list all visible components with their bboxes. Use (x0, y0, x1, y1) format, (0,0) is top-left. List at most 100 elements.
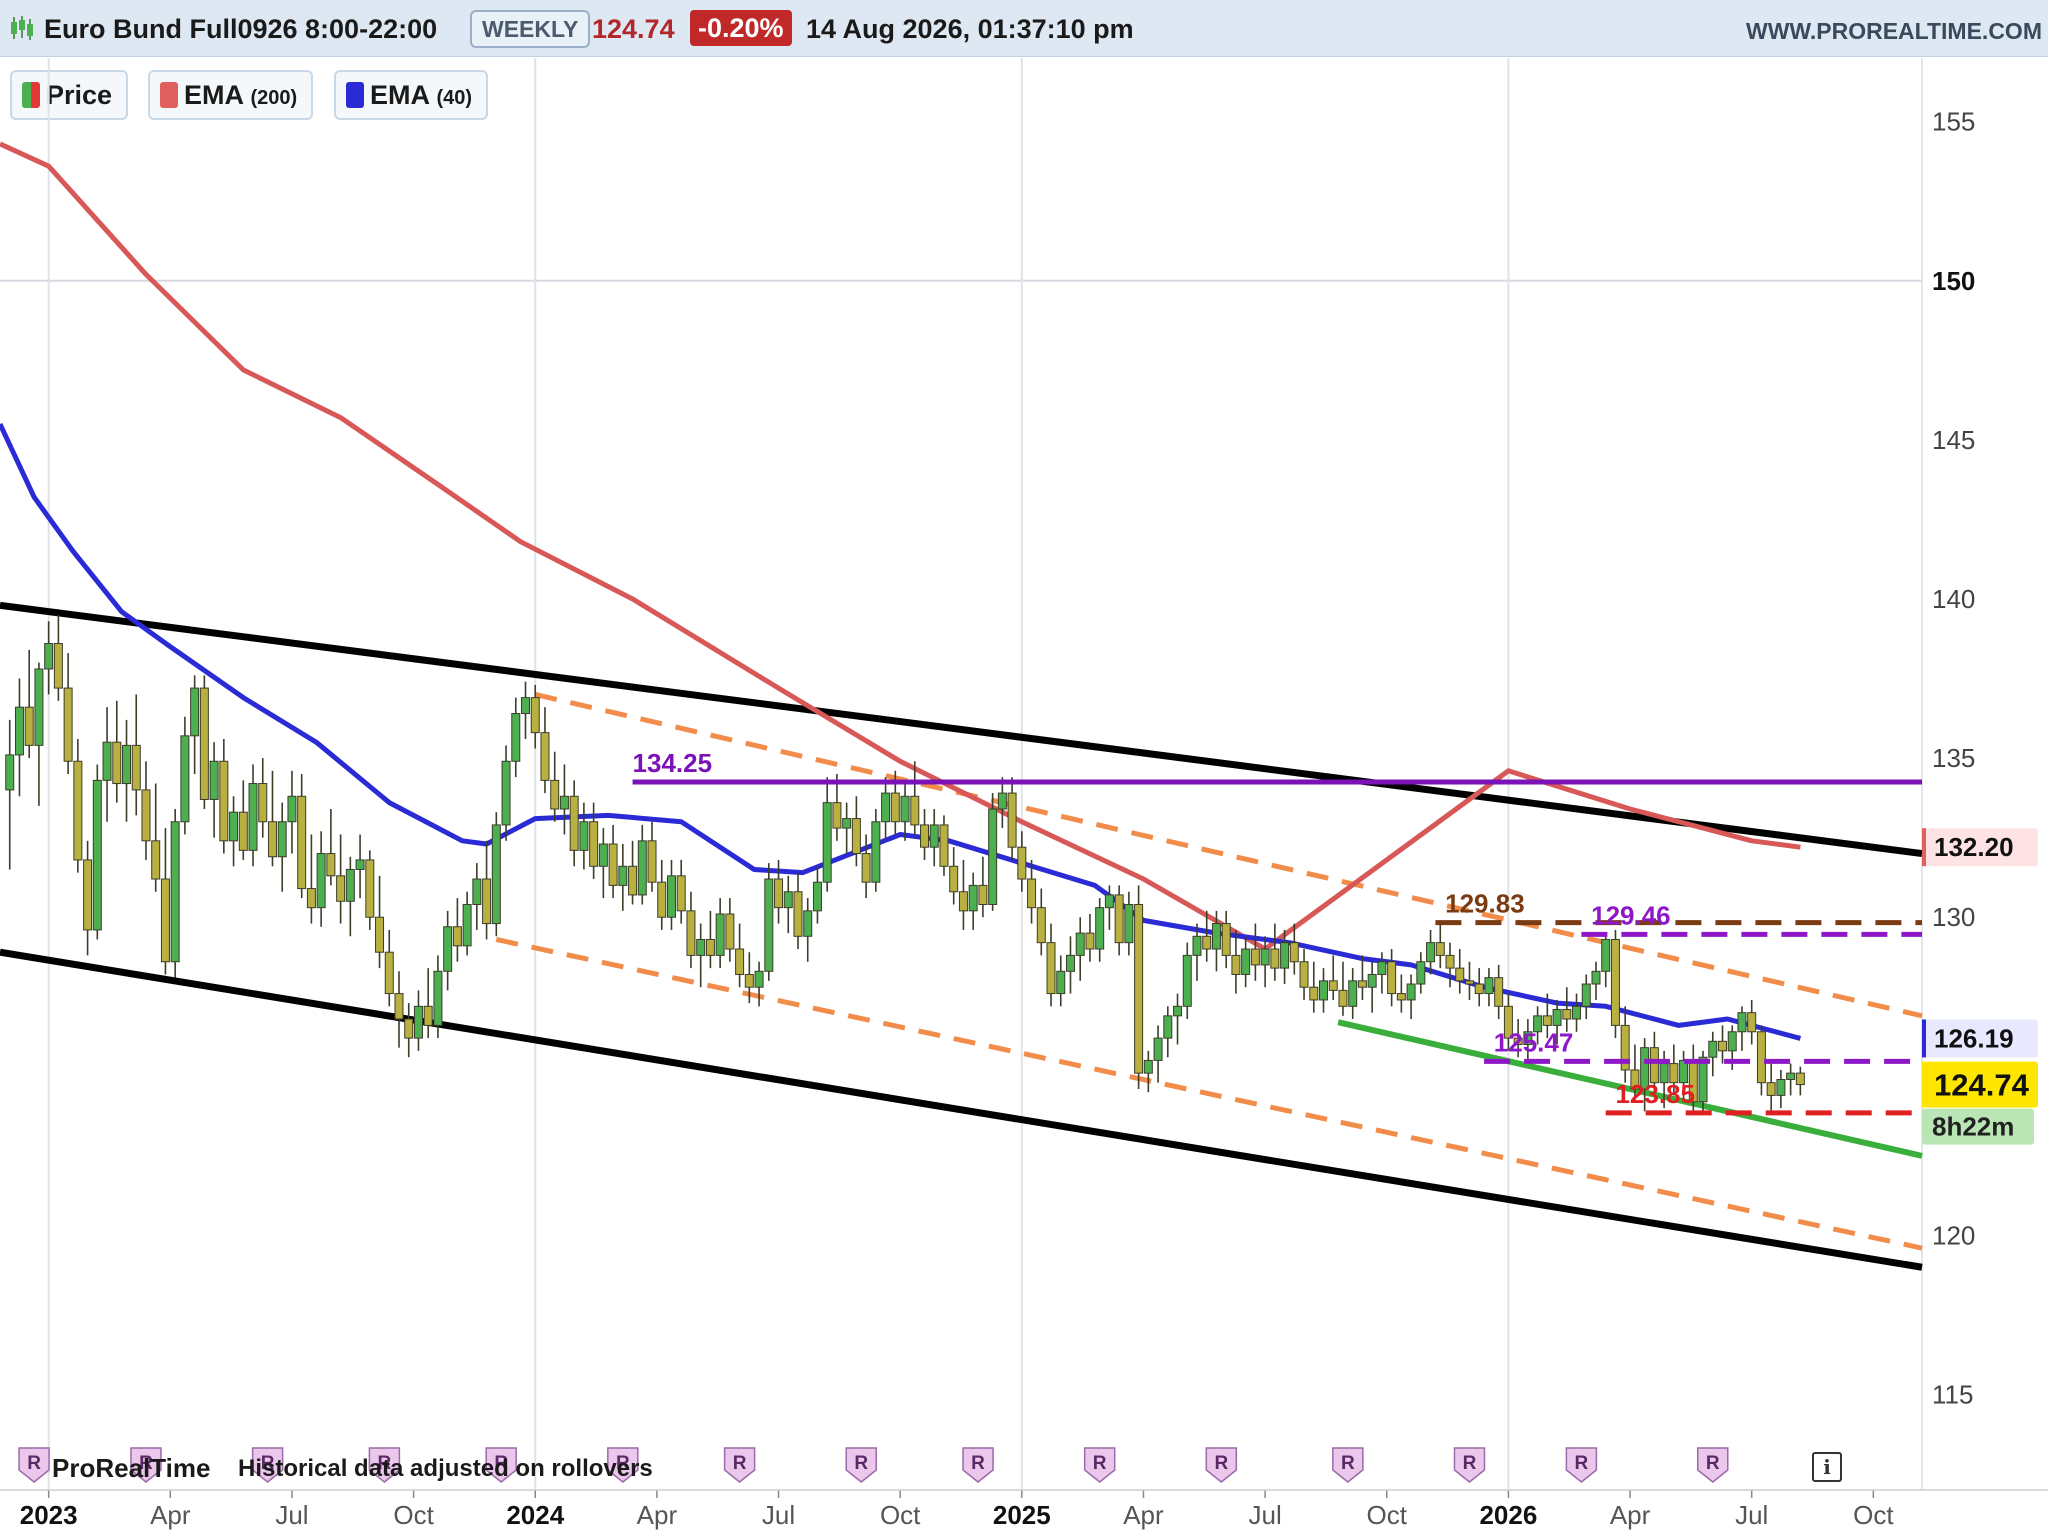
candle (1328, 955, 1338, 1000)
candle (1114, 885, 1124, 956)
candle (754, 961, 764, 1007)
candle-body-down (83, 859, 93, 931)
candle-body-down (1202, 935, 1212, 950)
candle (326, 809, 336, 886)
candle-body-up (764, 878, 774, 972)
candle-body-down (24, 706, 34, 746)
candle (1241, 936, 1251, 988)
candle-body-down (63, 687, 73, 762)
candle-body-down (423, 1005, 433, 1026)
candle (871, 809, 881, 892)
candle-body-down (258, 783, 268, 823)
y-tick-label: 145 (1932, 425, 1975, 455)
candle (598, 828, 608, 899)
candle (861, 834, 871, 899)
candle-body-up (462, 903, 472, 947)
candle-body-up (1776, 1078, 1786, 1096)
candle-body-up (1406, 983, 1416, 1001)
candle (696, 923, 706, 988)
candle (141, 761, 151, 860)
candle-body-down (1231, 954, 1241, 975)
candle-body-down (1542, 1015, 1552, 1026)
candle (258, 758, 268, 838)
candle-body-up (1056, 970, 1066, 995)
candle-body-down (141, 789, 151, 842)
candle (1562, 987, 1572, 1032)
candle-body-up (1124, 903, 1134, 944)
rollover-marker: R (1565, 1447, 1598, 1483)
candle (1095, 898, 1105, 962)
candle (1581, 974, 1591, 1020)
rollover-marker-label: R (1463, 1453, 1477, 1474)
candle-body-down (774, 878, 784, 909)
candle-body-up (822, 802, 832, 883)
rollover-marker: R (18, 1447, 50, 1483)
info-icon[interactable]: i (1812, 1452, 1842, 1482)
candle (1134, 885, 1144, 1090)
candle-body-up (180, 735, 190, 823)
candle-body-down (530, 697, 540, 734)
candle-body-up (209, 760, 219, 800)
candle (920, 809, 930, 860)
x-tick-label: Jul (1735, 1500, 1768, 1530)
candle-body-down (832, 802, 842, 829)
candle-body-up (501, 760, 511, 826)
candle-body-down (705, 938, 715, 956)
candle-body-down (306, 888, 316, 909)
candle (1494, 964, 1504, 1020)
candle (394, 971, 404, 1048)
x-tick-label: 2024 (506, 1500, 564, 1530)
candle (102, 707, 112, 822)
candle (306, 834, 316, 924)
y-tick-label: 150 (1932, 266, 1975, 296)
candle (180, 716, 190, 835)
candle-body-down (861, 853, 871, 883)
candle (63, 653, 73, 774)
candle-body-up (248, 783, 258, 851)
candle (1056, 955, 1066, 1007)
candle-body-up (122, 744, 132, 785)
candle-body-up (190, 687, 200, 737)
candle (666, 859, 676, 930)
candle-body-down (384, 951, 394, 995)
candle-body-up (1786, 1072, 1796, 1080)
candle (238, 780, 248, 860)
price-badge-edge (1922, 1061, 1926, 1108)
candle-body-down (404, 1018, 414, 1039)
candle-body-up (598, 843, 608, 867)
candle (34, 662, 44, 806)
candle-body-up (803, 910, 813, 937)
candle-body-down (1007, 792, 1017, 848)
x-tick-label: Oct (1853, 1500, 1894, 1530)
candle-body-up (355, 859, 365, 870)
candle-body-down (1357, 980, 1367, 988)
candle (433, 955, 443, 1039)
price-chart[interactable]: RRRRRRRRRRRRRRR 134.25129.83 129.46125.47… (0, 0, 2048, 1536)
candle (131, 694, 141, 816)
candle-body-up (1163, 1015, 1173, 1039)
rollover-marker-label: R (854, 1453, 868, 1474)
candle-body-up (5, 754, 15, 791)
candle (1231, 929, 1241, 994)
candle-body-up (472, 878, 482, 905)
candle (725, 898, 735, 962)
candle (1737, 1006, 1747, 1051)
candle (1153, 1025, 1163, 1083)
rollover-note: Historical data adjusted on rollovers (238, 1455, 653, 1482)
x-tick-label: Apr (1610, 1500, 1651, 1530)
candle (1299, 949, 1309, 1000)
candle-body-down (1795, 1072, 1805, 1086)
candle-body-down (131, 744, 141, 791)
candle (1708, 1031, 1718, 1077)
price-badge-edge (1922, 828, 1926, 867)
candle-body-down (482, 878, 492, 925)
y-tick-label: 130 (1932, 902, 1975, 932)
candle (1143, 1050, 1153, 1093)
candle-body-down (628, 865, 638, 896)
candle (1766, 1063, 1776, 1112)
candle (209, 742, 219, 838)
candle-body-up (1348, 980, 1358, 1007)
candle-body-down (73, 760, 83, 861)
candle-body-down (939, 824, 949, 867)
candle-body-down (297, 795, 307, 890)
